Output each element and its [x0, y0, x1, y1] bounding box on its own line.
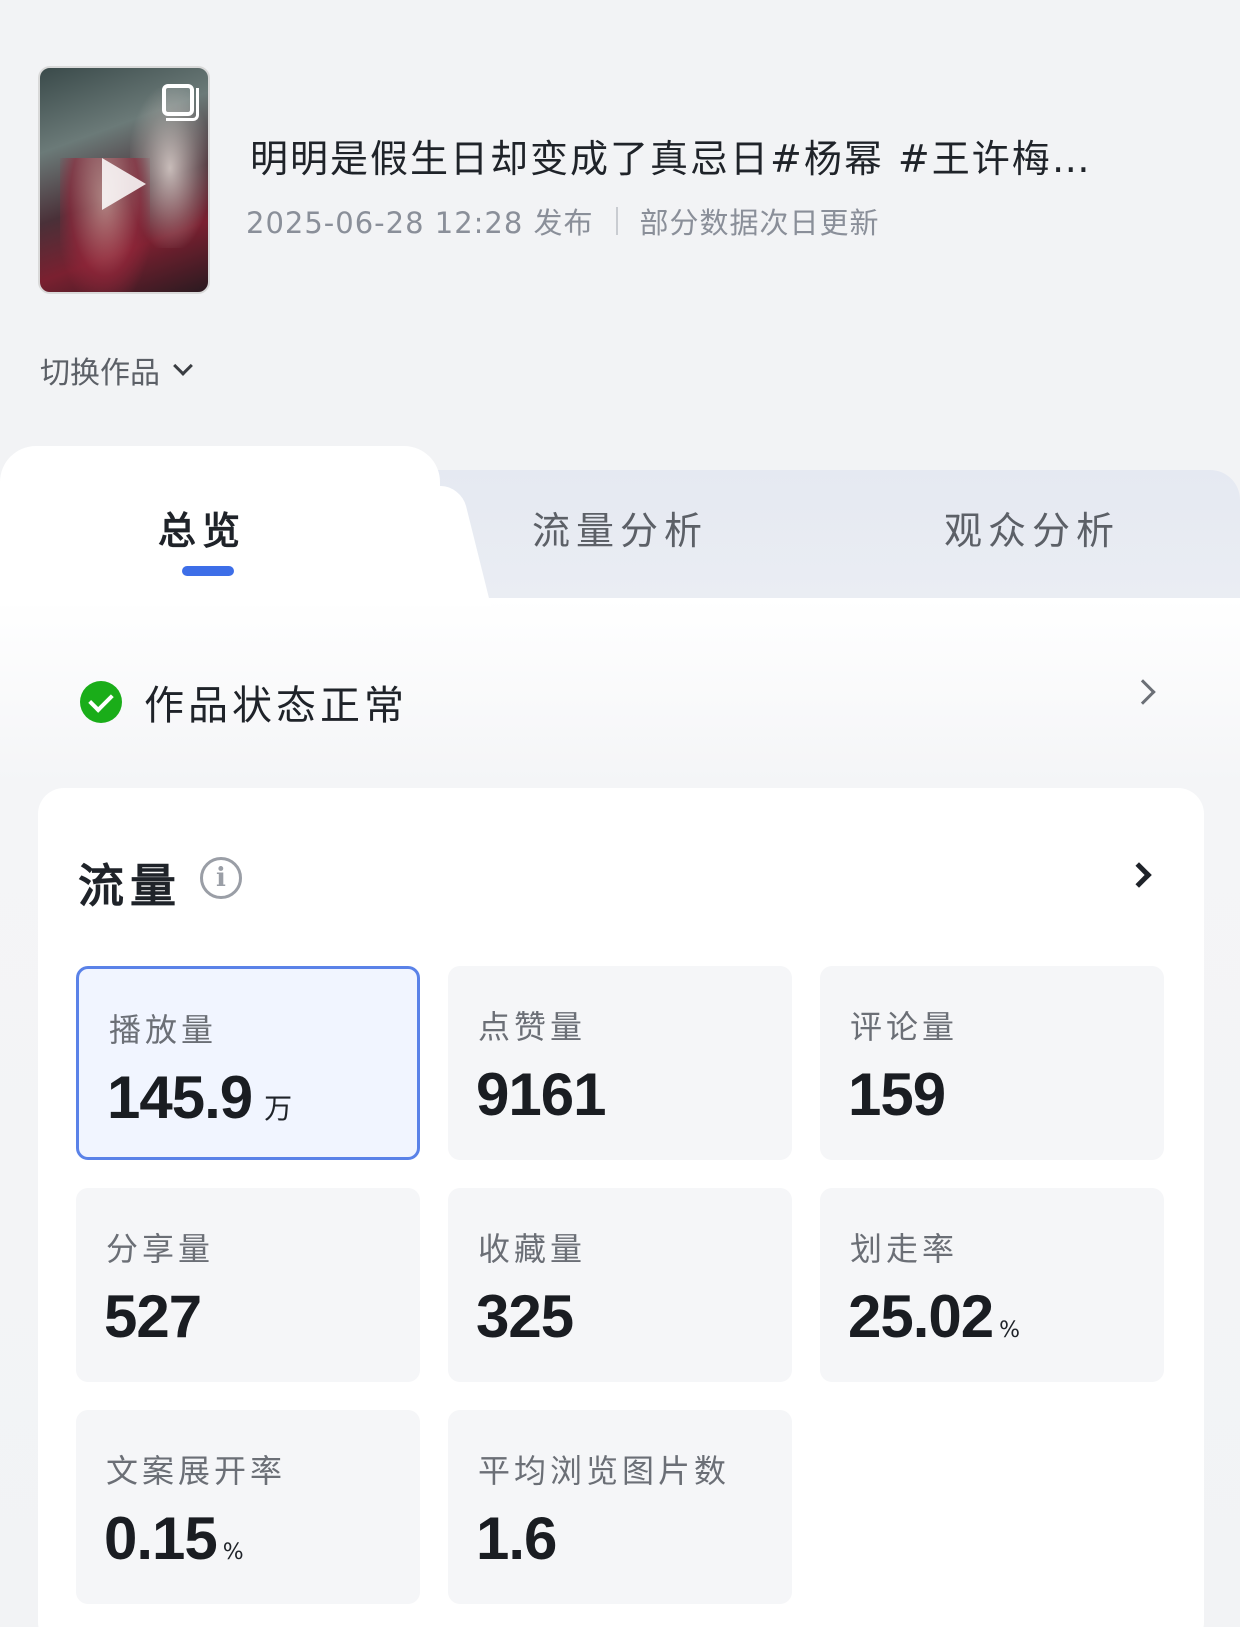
metric-label: 点赞量: [478, 1008, 587, 1046]
check-circle-icon: [80, 681, 122, 723]
metric-label: 分享量: [106, 1230, 215, 1268]
metric-label: 收藏量: [478, 1230, 587, 1268]
metric-value: 527: [104, 1283, 202, 1350]
tab-audience-analysis[interactable]: 观众分析: [944, 500, 1120, 555]
metric-unit: 万: [264, 1092, 293, 1125]
metric-comments[interactable]: 评论量 159: [820, 966, 1164, 1160]
work-analytics-page: 明明是假生日却变成了真忌日#杨幂 #王许梅… 2025-06-28 12:28 …: [0, 0, 1240, 1627]
info-icon[interactable]: i: [200, 857, 242, 899]
metric-label: 评论量: [850, 1008, 959, 1046]
metric-label: 平均浏览图片数: [478, 1452, 731, 1490]
tab-indicator: [182, 566, 234, 576]
metric-swipe-away-rate[interactable]: 划走率 25.02%: [820, 1188, 1164, 1382]
video-thumbnail[interactable]: [38, 66, 210, 294]
metric-value: 325: [476, 1283, 574, 1350]
play-icon: [102, 158, 146, 210]
metric-caption-expand-rate[interactable]: 文案展开率 0.15%: [76, 1410, 420, 1604]
tab-overview[interactable]: 总览: [158, 500, 246, 555]
work-status-label: 作品状态正常: [144, 683, 408, 729]
traffic-title: 流量: [78, 859, 182, 913]
metric-value: 1.6: [476, 1505, 557, 1572]
metric-avg-images-viewed[interactable]: 平均浏览图片数 1.6: [448, 1410, 792, 1604]
multi-image-icon: [162, 84, 199, 121]
metric-unit: %: [999, 1318, 1021, 1343]
metric-value: 25.02%: [848, 1283, 1021, 1350]
publish-time: 2025-06-28 12:28 发布: [246, 206, 594, 240]
metric-label: 划走率: [850, 1230, 959, 1268]
metric-value: 145.9 万: [107, 1064, 293, 1131]
metric-label: 文案展开率: [106, 1452, 287, 1490]
metric-value: 0.15%: [104, 1505, 244, 1572]
tab-traffic-analysis[interactable]: 流量分析: [532, 500, 708, 555]
chevron-down-icon: [173, 356, 193, 376]
metric-likes[interactable]: 点赞量 9161: [448, 966, 792, 1160]
metric-favorites[interactable]: 收藏量 325: [448, 1188, 792, 1382]
metric-shares[interactable]: 分享量 527: [76, 1188, 420, 1382]
video-title: 明明是假生日却变成了真忌日#杨幂 #王许梅…: [250, 137, 1092, 181]
metric-value: 9161: [476, 1061, 606, 1128]
video-meta: 2025-06-28 12:28 发布 部分数据次日更新: [246, 200, 880, 242]
work-status-row[interactable]: 作品状态正常: [80, 672, 1180, 732]
switch-work-label: 切换作品: [40, 356, 160, 391]
metric-plays[interactable]: 播放量 145.9 万: [76, 966, 420, 1160]
divider: [615, 207, 618, 235]
metric-label: 播放量: [109, 1011, 218, 1049]
update-note: 部分数据次日更新: [639, 206, 880, 240]
switch-work-button[interactable]: 切换作品: [40, 348, 193, 392]
metric-unit: %: [222, 1540, 244, 1565]
metric-value: 159: [848, 1061, 946, 1128]
